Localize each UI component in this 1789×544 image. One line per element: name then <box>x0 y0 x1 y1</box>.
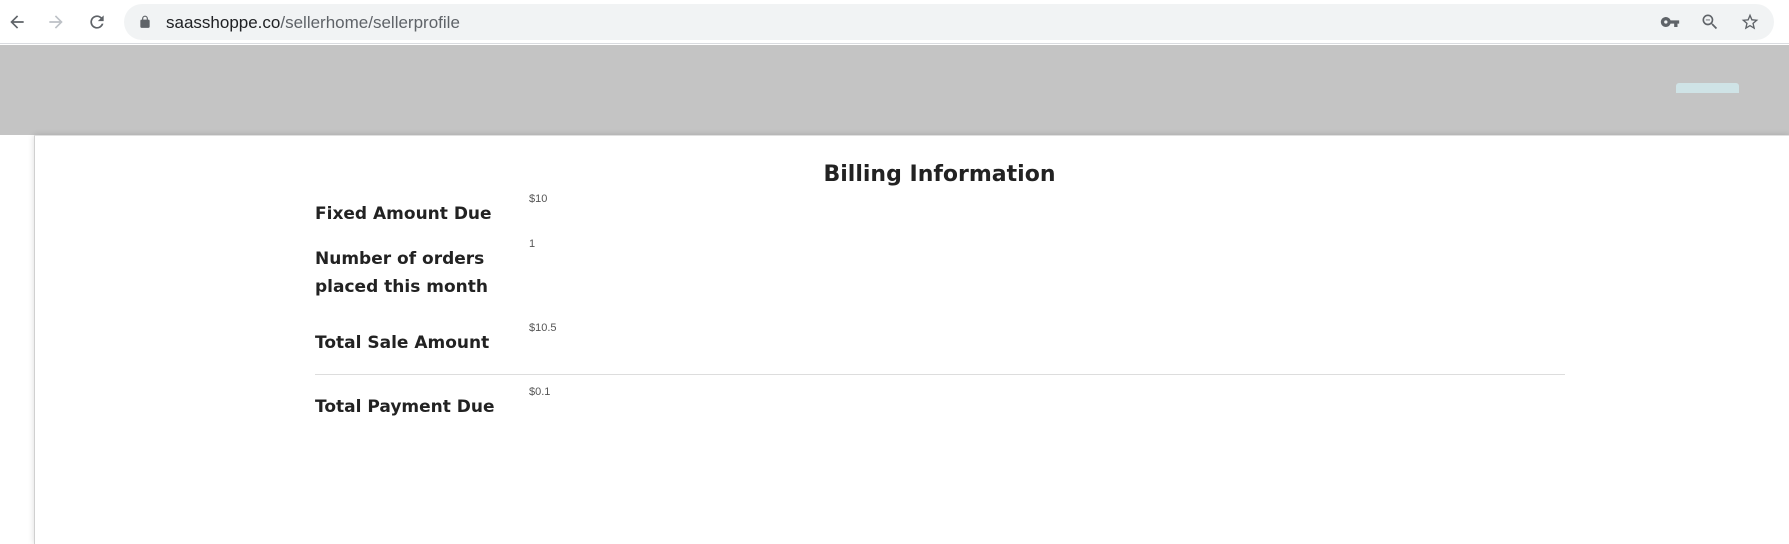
modal-title: Billing Information <box>823 162 1056 187</box>
row-label: Total Sale Amount <box>315 333 490 353</box>
back-button[interactable] <box>3 8 31 36</box>
url-text[interactable]: saasshoppe.co/sellerhome/sellerprofile <box>166 13 460 33</box>
row-label: Fixed Amount Due <box>315 204 492 224</box>
zoom-out-icon[interactable] <box>1700 12 1720 32</box>
row-label: Total Payment Due <box>315 397 495 417</box>
lock-icon[interactable] <box>138 15 152 29</box>
key-icon[interactable] <box>1660 12 1680 32</box>
billing-modal: Billing Information Fixed Amount Due $10… <box>34 135 1789 544</box>
reload-button[interactable] <box>83 8 111 36</box>
arrow-right-icon <box>49 15 63 29</box>
address-bar[interactable]: saasshoppe.co/sellerhome/sellerprofile <box>124 4 1774 40</box>
reload-icon <box>90 15 104 29</box>
site-logo <box>160 83 310 91</box>
browser-toolbar: saasshoppe.co/sellerhome/sellerprofile <box>0 0 1789 44</box>
page-header-backdrop <box>0 45 1789 135</box>
page-content: Billing Information Fixed Amount Due $10… <box>0 45 1789 544</box>
url-path: /sellerhome/sellerprofile <box>280 13 460 32</box>
row-value: $0.1 <box>529 386 551 398</box>
row-value: $10 <box>529 193 548 205</box>
row-value: $10.5 <box>529 322 557 334</box>
arrow-left-icon <box>10 15 24 29</box>
divider <box>315 374 1565 375</box>
row-label: Number of orders placed this month <box>315 249 488 297</box>
forward-button[interactable] <box>42 8 70 36</box>
header-action-button[interactable] <box>1676 83 1739 93</box>
star-icon[interactable] <box>1740 12 1760 32</box>
row-value: 1 <box>529 238 536 250</box>
url-host: saasshoppe.co <box>166 13 281 32</box>
